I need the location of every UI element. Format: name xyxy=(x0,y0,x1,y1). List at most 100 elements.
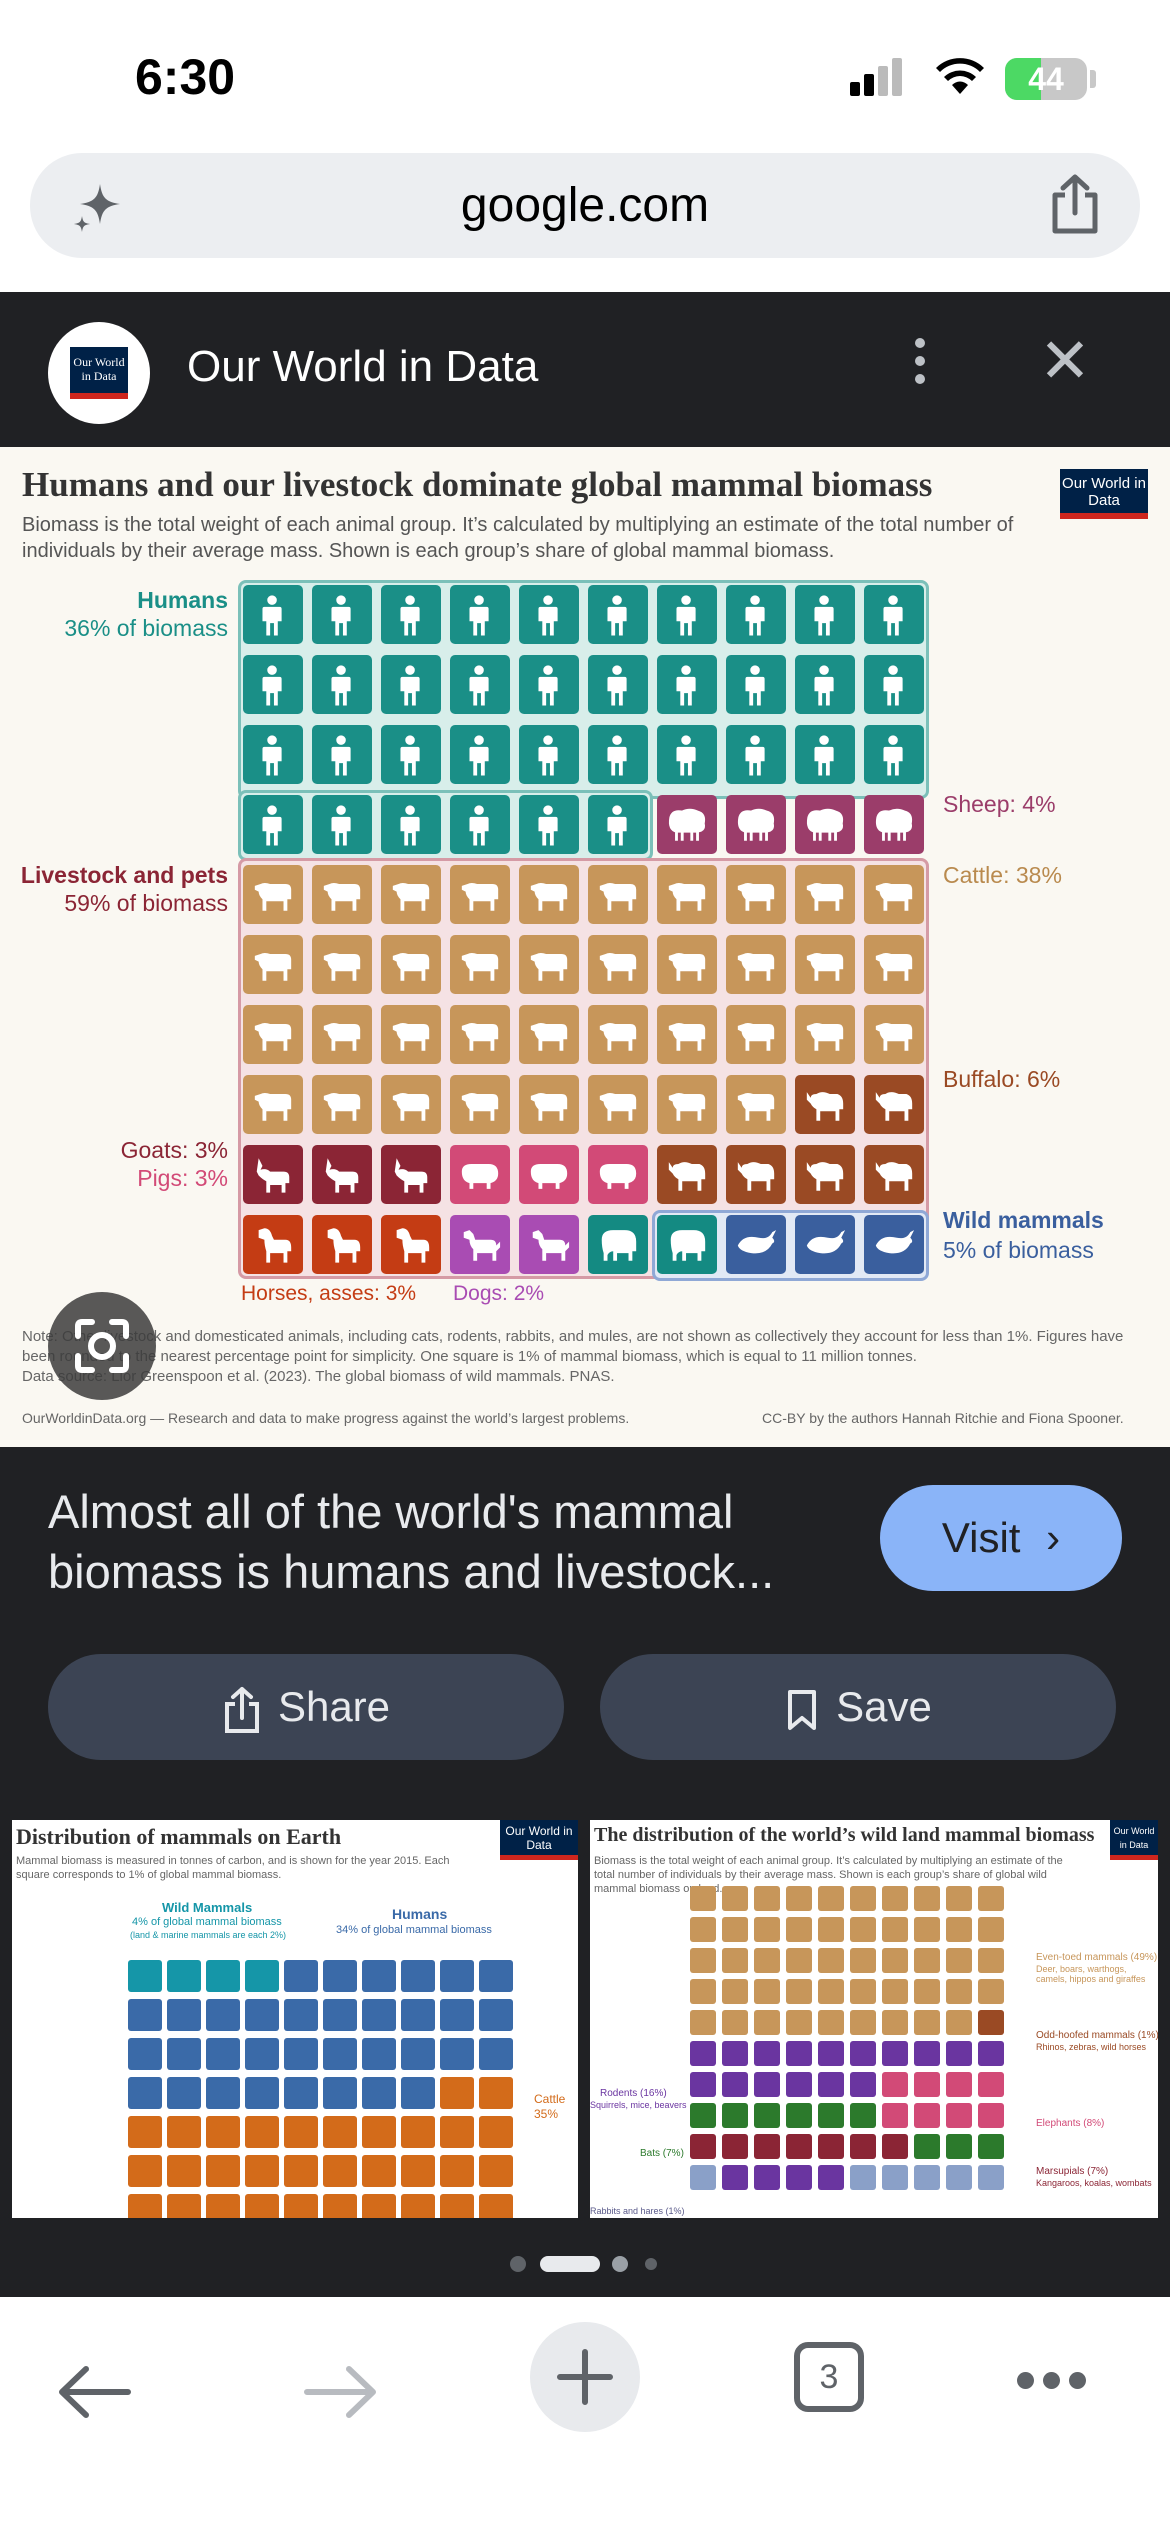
thumb-cell xyxy=(946,2103,972,2128)
result-title[interactable]: Almost all of the world's mammal biomass… xyxy=(48,1482,868,1602)
waffle-cell-cattle xyxy=(312,865,372,924)
thumb-cell xyxy=(882,2010,908,2035)
thumb-cell xyxy=(850,2010,876,2035)
waffle-cell-humans xyxy=(588,795,648,854)
waffle-cell-elephants xyxy=(657,1215,717,1274)
share-button[interactable]: Share xyxy=(48,1654,564,1760)
battery-level: 44 xyxy=(1028,61,1064,97)
related-image-2[interactable]: The distribution of the world’s wild lan… xyxy=(590,1820,1158,2218)
waffle-cell-cattle xyxy=(312,1075,372,1134)
waffle-cell-whales xyxy=(726,1215,786,1274)
thumb-cell xyxy=(401,2155,435,2187)
related-logo-1: Our World in Data xyxy=(500,1820,578,1860)
related2-label-rabbits: Rabbits and hares (1%) xyxy=(590,2206,685,2216)
thumb-cell xyxy=(323,2194,357,2218)
share-icon xyxy=(224,1686,259,1733)
thumb-cell xyxy=(914,2165,940,2190)
close-icon[interactable]: ✕ xyxy=(1035,331,1095,393)
thumb-cell xyxy=(167,2077,201,2109)
waffle-cell-humans xyxy=(243,795,303,854)
battery-tip xyxy=(1090,70,1096,88)
waffle-cell-buffalo xyxy=(864,1075,924,1134)
thumb-cell xyxy=(818,1948,844,1973)
lens-search-button[interactable] xyxy=(48,1292,156,1400)
thumb-cell xyxy=(479,1960,513,1992)
thumb-cell xyxy=(206,1960,240,1992)
waffle-cell-humans xyxy=(519,725,579,784)
waffle-cell-pigs xyxy=(588,1145,648,1204)
thumb-cell xyxy=(978,1948,1004,1973)
label-horses: Horses, asses: 3% xyxy=(241,1282,417,1305)
source-logo[interactable]: Our World in Data xyxy=(48,322,150,424)
waffle-cell-humans xyxy=(243,655,303,714)
label-goats: Goats: 3% xyxy=(120,1137,228,1163)
thumb-cell xyxy=(946,1948,972,1973)
thumb-cell xyxy=(722,1948,748,1973)
thumb-cell xyxy=(786,2010,812,2035)
waffle-cell-humans xyxy=(312,585,372,644)
thumb-cell xyxy=(323,1999,357,2031)
more-menu-icon[interactable] xyxy=(1017,2372,1087,2392)
thumb-cell xyxy=(722,2103,748,2128)
thumb-cell xyxy=(690,1979,716,2004)
new-tab-button[interactable] xyxy=(530,2322,640,2432)
thumb-cell xyxy=(362,2155,396,2187)
share-icon[interactable] xyxy=(1045,173,1105,237)
label-humans: Humans xyxy=(137,587,228,613)
visit-button[interactable]: Visit › xyxy=(880,1485,1122,1591)
url-text[interactable]: google.com xyxy=(30,178,1140,233)
waffle-cell-goats xyxy=(381,1145,441,1204)
waffle-cell-humans xyxy=(588,655,648,714)
more-options-icon[interactable] xyxy=(905,332,935,402)
thumb-cell xyxy=(818,2072,844,2097)
related2-label-rodents: Rodents (16%) xyxy=(600,2088,667,2099)
label-dogs: Dogs: 2% xyxy=(453,1282,545,1305)
thumb-cell xyxy=(690,2041,716,2066)
infographic-image[interactable]: Humans and our livestock dominate global… xyxy=(0,447,1170,1447)
thumb-cell xyxy=(167,2038,201,2070)
thumb-cell xyxy=(914,2134,940,2159)
waffle-cell-elephants xyxy=(588,1215,648,1274)
thumb-cell xyxy=(440,2194,474,2218)
thumb-cell xyxy=(323,2155,357,2187)
source-title[interactable]: Our World in Data xyxy=(187,342,538,392)
thumb-cell xyxy=(978,1917,1004,1942)
waffle-cell-sheep xyxy=(657,795,717,854)
thumb-cell xyxy=(722,1886,748,1911)
related1-label-humans-share: 34% of global mammal biomass xyxy=(336,1924,492,1936)
thumb-cell xyxy=(818,2165,844,2190)
thumb-cell xyxy=(786,2165,812,2190)
label-buffalo: Buffalo: 6% xyxy=(943,1066,1061,1092)
related1-label-wild-note: (land & marine mammals are each 2%) xyxy=(130,1930,287,1940)
waffle-cell-humans xyxy=(657,655,717,714)
thumb-cell xyxy=(850,2165,876,2190)
thumb-cell xyxy=(722,2165,748,2190)
waffle-cell-cattle xyxy=(243,1005,303,1064)
thumb-cell xyxy=(722,2134,748,2159)
waffle-cell-cattle xyxy=(243,865,303,924)
thumb-cell xyxy=(401,2194,435,2218)
back-icon[interactable] xyxy=(50,2347,140,2437)
waffle-cell-horses xyxy=(381,1215,441,1274)
related2-label-even-toed-note: Deer, boars, warthogs, camels, hippos an… xyxy=(1036,1964,1146,1984)
waffle-cell-dogs xyxy=(519,1215,579,1274)
thumb-cell xyxy=(690,2103,716,2128)
tab-switcher-button[interactable]: 3 xyxy=(794,2342,864,2412)
thumb-cell xyxy=(479,2038,513,2070)
address-bar[interactable]: google.com xyxy=(30,153,1140,258)
waffle-cell-cattle xyxy=(657,935,717,994)
waffle-cell-sheep xyxy=(726,795,786,854)
thumb-cell xyxy=(914,1886,940,1911)
forward-icon[interactable] xyxy=(295,2347,385,2437)
thumb-cell xyxy=(722,1979,748,2004)
save-button[interactable]: Save xyxy=(600,1654,1116,1760)
thumb-cell xyxy=(818,2134,844,2159)
thumb-cell xyxy=(284,2155,318,2187)
waffle-cell-buffalo xyxy=(795,1145,855,1204)
waffle-cell-humans xyxy=(864,655,924,714)
waffle-cell-sheep xyxy=(864,795,924,854)
waffle-cell-humans xyxy=(864,725,924,784)
infographic-footer-right: CC-BY by the authors Hannah Ritchie and … xyxy=(762,1410,1124,1426)
thumb-cell xyxy=(167,2155,201,2187)
related-image-1[interactable]: Distribution of mammals on Earth Mammal … xyxy=(12,1820,578,2218)
